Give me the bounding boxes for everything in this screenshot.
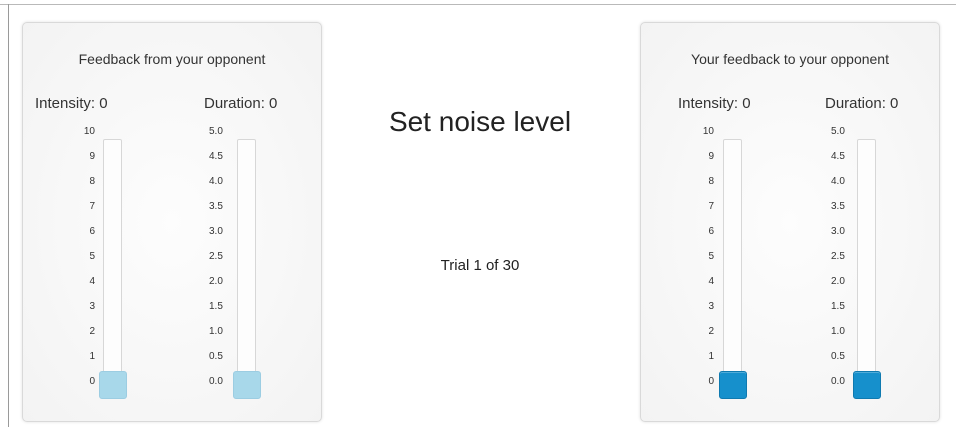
window-left-border [8, 4, 9, 427]
duration-tick: 4.5 [209, 151, 223, 162]
intensity-header: Intensity: 0 [678, 95, 751, 112]
intensity-tick: 5 [708, 251, 714, 262]
intensity-tick: 6 [708, 226, 714, 237]
intensity-slider-handle[interactable] [719, 371, 747, 399]
your-feedback-panel: Your feedback to your opponent Intensity… [640, 22, 940, 422]
duration-tick: 3.5 [209, 201, 223, 212]
intensity-tick: 0 [708, 376, 714, 387]
panel-title: Your feedback to your opponent [691, 51, 889, 67]
intensity-tick: 8 [89, 176, 95, 187]
duration-tick: 1.0 [209, 326, 223, 337]
intensity-tick: 6 [89, 226, 95, 237]
duration-tick: 5.0 [209, 126, 223, 137]
duration-tick: 3.5 [831, 201, 845, 212]
intensity-tick: 0 [89, 376, 95, 387]
intensity-tick: 9 [708, 151, 714, 162]
intensity-header: Intensity: 0 [35, 95, 108, 112]
duration-tick: 3.0 [831, 226, 845, 237]
trial-counter: Trial 1 of 30 [440, 257, 520, 274]
intensity-tick: 7 [708, 201, 714, 212]
intensity-tick: 8 [708, 176, 714, 187]
duration-header: Duration: 0 [204, 95, 277, 112]
duration-slider-track[interactable] [857, 139, 876, 399]
duration-tick: 4.0 [831, 176, 845, 187]
intensity-value: 0 [742, 95, 751, 112]
duration-slider-handle [233, 371, 261, 399]
intensity-slider-track[interactable] [723, 139, 742, 399]
page-title: Set noise level [388, 106, 572, 137]
panel-title: Feedback from your opponent [78, 51, 266, 67]
intensity-value: 0 [99, 95, 108, 112]
intensity-tick: 5 [89, 251, 95, 262]
duration-tick: 1.5 [831, 301, 845, 312]
duration-tick: 3.0 [209, 226, 223, 237]
opponent-feedback-panel: Feedback from your opponent Intensity: 0… [22, 22, 322, 422]
intensity-tick: 10 [83, 126, 95, 137]
duration-tick: 5.0 [831, 126, 845, 137]
intensity-tick: 2 [708, 326, 714, 337]
intensity-tick: 3 [708, 301, 714, 312]
duration-tick: 1.0 [831, 326, 845, 337]
duration-slider-handle[interactable] [853, 371, 881, 399]
duration-tick: 2.0 [209, 276, 223, 287]
duration-label: Duration: [825, 95, 886, 112]
intensity-slider-track [103, 139, 122, 399]
intensity-slider-handle [99, 371, 127, 399]
duration-tick: 0.5 [831, 351, 845, 362]
duration-tick: 1.5 [209, 301, 223, 312]
intensity-label: Intensity: [35, 95, 96, 112]
duration-slider-track [237, 139, 256, 399]
intensity-tick: 1 [708, 351, 714, 362]
intensity-tick: 10 [702, 126, 714, 137]
intensity-tick: 1 [89, 351, 95, 362]
intensity-tick: 9 [89, 151, 95, 162]
intensity-tick: 4 [708, 276, 714, 287]
duration-tick: 2.5 [209, 251, 223, 262]
duration-tick: 0.0 [209, 376, 223, 387]
intensity-label: Intensity: [678, 95, 739, 112]
duration-tick: 2.5 [831, 251, 845, 262]
duration-label: Duration: [204, 95, 265, 112]
intensity-tick: 7 [89, 201, 95, 212]
duration-header: Duration: 0 [825, 95, 898, 112]
duration-tick: 4.5 [831, 151, 845, 162]
duration-tick: 0.5 [209, 351, 223, 362]
window-top-border [0, 4, 956, 5]
intensity-tick: 4 [89, 276, 95, 287]
duration-value: 0 [890, 95, 899, 112]
intensity-tick: 2 [89, 326, 95, 337]
duration-tick: 2.0 [831, 276, 845, 287]
intensity-tick: 3 [89, 301, 95, 312]
duration-tick: 4.0 [209, 176, 223, 187]
duration-value: 0 [269, 95, 278, 112]
